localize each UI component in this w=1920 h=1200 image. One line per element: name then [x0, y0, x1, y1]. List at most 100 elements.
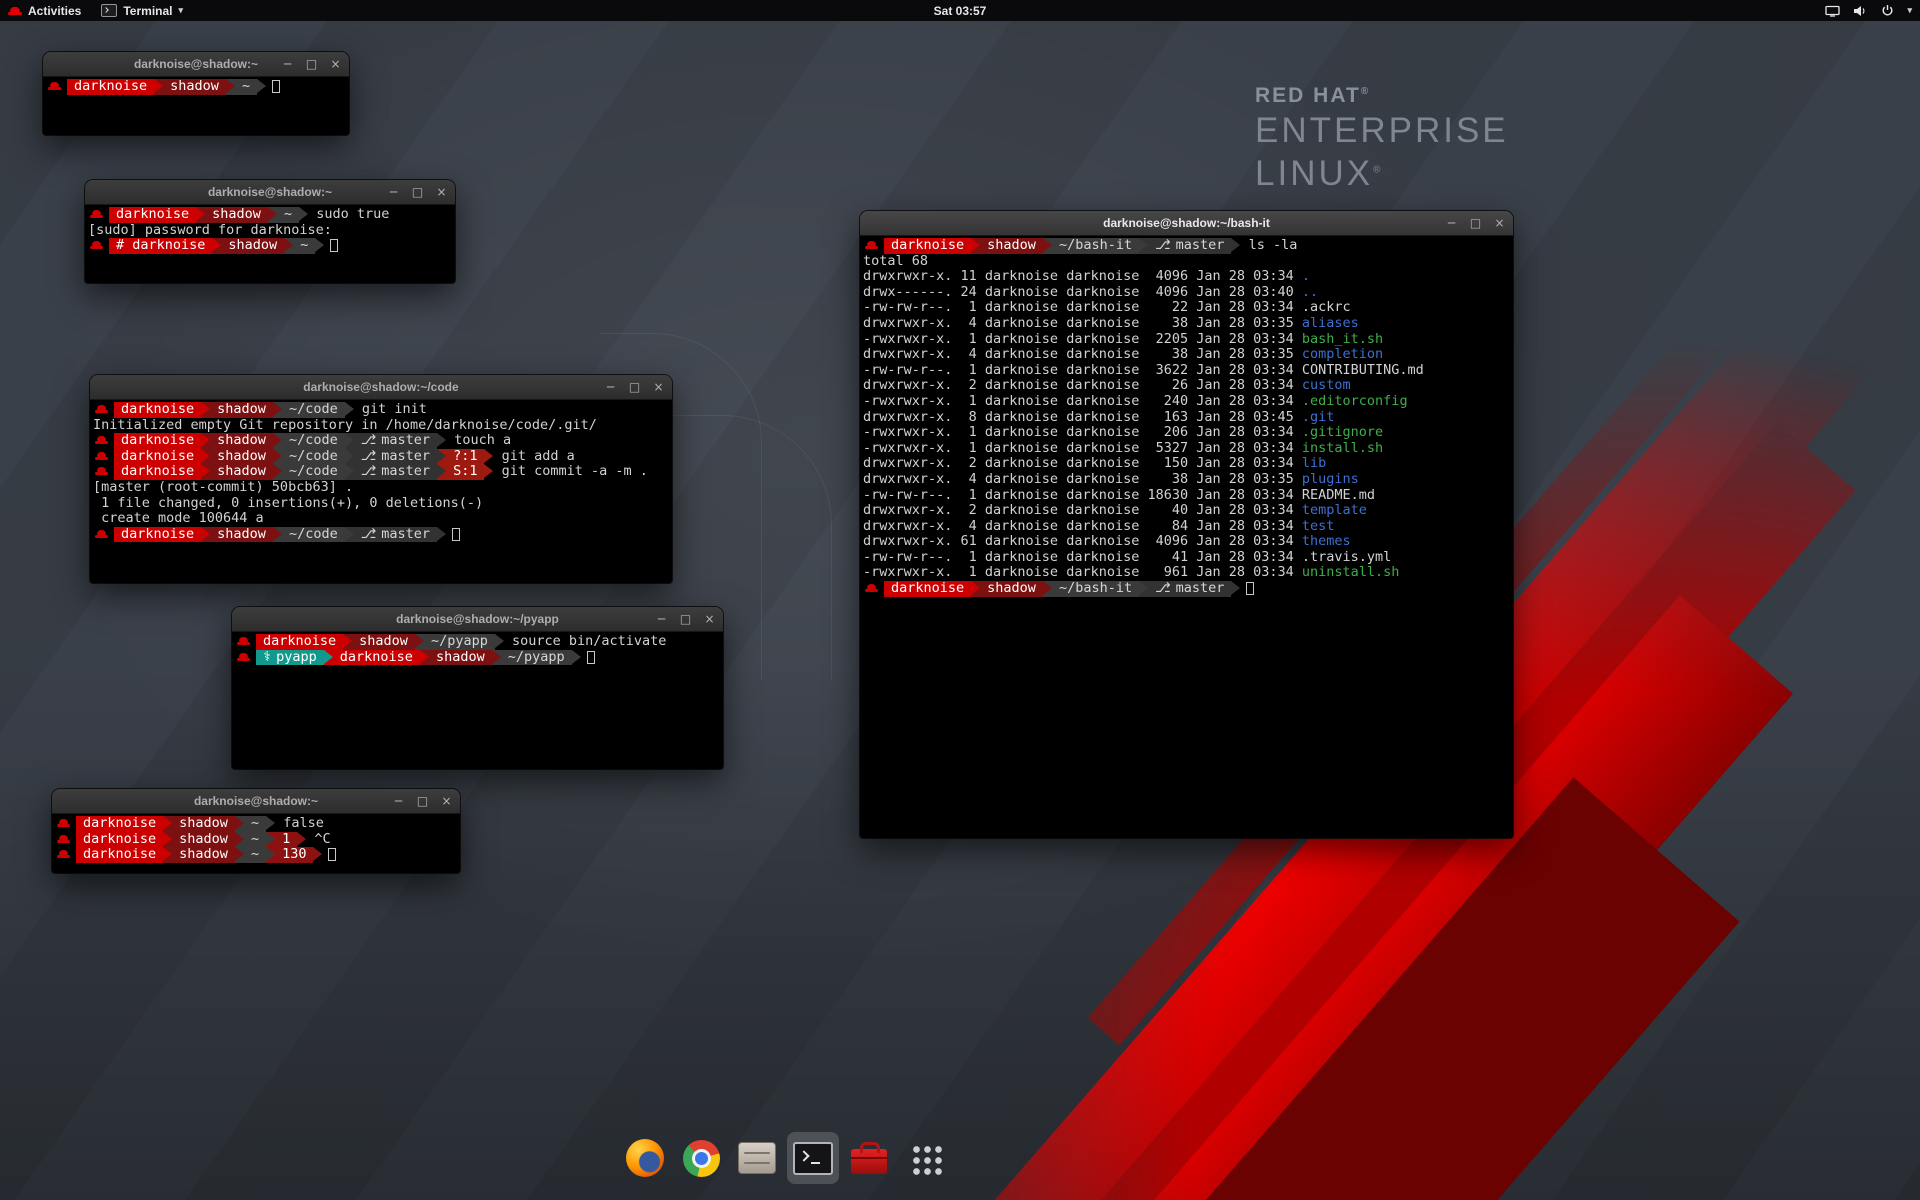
window-titlebar[interactable]: darknoise@shadow:~ ─ □ ×	[43, 52, 349, 77]
prompt-segment-path: ~	[293, 238, 315, 254]
software-icon	[851, 1149, 887, 1174]
terminal-line: darknoiseshadow~1 ^C	[55, 832, 457, 848]
terminal-app-icon	[101, 4, 117, 17]
activities-button[interactable]: Activities	[8, 0, 81, 21]
dock-chrome-button[interactable]	[675, 1132, 727, 1184]
maximize-button[interactable]: □	[628, 381, 641, 393]
terminal-line: drwxrwxr-x. 8 darknoise darknoise 163 Ja…	[863, 410, 1510, 426]
clock[interactable]: Sat 03:57	[934, 4, 987, 18]
app-menu-terminal[interactable]: Terminal ▾	[101, 0, 183, 21]
powerline-arrow-icon	[273, 402, 282, 418]
powerline-arrow-icon	[971, 238, 980, 254]
close-button[interactable]: ×	[1493, 217, 1506, 229]
terminal-text: Initialized empty Git repository in /hom…	[93, 417, 597, 433]
terminal-line: Initialized empty Git repository in /hom…	[93, 418, 669, 434]
prompt-segment-path: ~/bash-it	[1052, 238, 1139, 254]
prompt-segment-gitstat: S:1	[446, 464, 484, 480]
terminal-text: touch a	[446, 432, 511, 448]
prompt-segment-host: shadow	[352, 634, 415, 650]
files-icon	[738, 1142, 776, 1174]
terminal-text: drwxrwxr-x. 4 darknoise darknoise 38 Jan…	[863, 315, 1302, 331]
powerline-arrow-icon	[415, 634, 424, 650]
close-button[interactable]: ×	[435, 186, 448, 198]
terminal-content[interactable]: darknoiseshadow~	[43, 77, 349, 135]
powerline-arrow-icon	[345, 449, 354, 465]
window-titlebar[interactable]: darknoise@shadow:~/pyapp ─ □ ×	[232, 607, 723, 632]
terminal-line: -rwxrwxr-x. 1 darknoise darknoise 206 Ja…	[863, 425, 1510, 441]
terminal-text: .git	[1302, 409, 1335, 425]
dock-files-button[interactable]	[731, 1132, 783, 1184]
powerline-arrow-icon	[437, 449, 446, 465]
powerline-arrow-icon	[1139, 581, 1148, 597]
terminal-content[interactable]: darknoiseshadow~/bash-it⎇master ls -lato…	[860, 236, 1513, 838]
window-titlebar[interactable]: darknoise@shadow:~/bash-it ─ □ ×	[860, 211, 1513, 236]
prompt-segment-gitstat: ?:1	[446, 449, 484, 465]
maximize-button[interactable]: □	[305, 58, 318, 70]
system-status-area[interactable]: ▾	[1825, 0, 1912, 21]
app-grid-icon	[909, 1142, 942, 1175]
prompt-segment-user: darknoise	[76, 832, 163, 848]
maximize-button[interactable]: □	[411, 186, 424, 198]
terminal-text: bash_it.sh	[1302, 331, 1383, 347]
close-button[interactable]: ×	[652, 381, 665, 393]
dock-app-grid-button[interactable]	[899, 1132, 951, 1184]
prompt-segment-path: ~/code	[282, 464, 345, 480]
powerline-arrow-icon	[345, 464, 354, 480]
terminal-line: drwxrwxr-x. 11 darknoise darknoise 4096 …	[863, 269, 1510, 285]
maximize-button[interactable]: □	[416, 795, 429, 807]
terminal-text: -rw-rw-r--. 1 darknoise darknoise 41 Jan…	[863, 549, 1391, 565]
dock-software-button[interactable]	[843, 1132, 895, 1184]
minimize-button[interactable]: ─	[655, 613, 668, 625]
window-titlebar[interactable]: darknoise@shadow:~ ─ □ ×	[85, 180, 455, 205]
window-titlebar[interactable]: darknoise@shadow:~/code ─ □ ×	[90, 375, 672, 400]
terminal-text: completion	[1302, 346, 1383, 362]
volume-icon	[1853, 5, 1868, 17]
powerline-arrow-icon	[315, 238, 324, 254]
powerline-arrow-icon	[201, 464, 210, 480]
dock-firefox-button[interactable]	[619, 1132, 671, 1184]
maximize-button[interactable]: □	[679, 613, 692, 625]
terminal-text: total 68	[863, 253, 928, 269]
terminal-line: darknoiseshadow~/code⎇master	[93, 527, 669, 543]
terminal-content[interactable]: darknoiseshadow~/code git initInitialize…	[90, 400, 672, 583]
minimize-button[interactable]: ─	[387, 186, 400, 198]
terminal-text: [master (root-commit) 50bcb63] .	[93, 479, 353, 495]
powerline-arrow-icon	[284, 238, 293, 254]
terminal-text: lib	[1302, 455, 1326, 471]
window-titlebar[interactable]: darknoise@shadow:~ ─ □ ×	[52, 789, 460, 814]
minimize-button[interactable]: ─	[1445, 217, 1458, 229]
terminal-line: -rw-rw-r--. 1 darknoise darknoise 22 Jan…	[863, 300, 1510, 316]
prompt-segment-host: shadow	[172, 847, 235, 863]
terminal-line: total 68	[863, 254, 1510, 270]
minimize-button[interactable]: ─	[281, 58, 294, 70]
minimize-button[interactable]: ─	[392, 795, 405, 807]
window-title: darknoise@shadow:~/pyapp	[232, 607, 723, 631]
rhel-branding: RED HAT® ENTERPRISE LINUX®	[1255, 84, 1509, 194]
prompt-segment-user: darknoise	[67, 79, 154, 95]
close-button[interactable]: ×	[329, 58, 342, 70]
prompt-segment-path: ~/code	[282, 402, 345, 418]
prompt-segment-user: darknoise	[114, 464, 201, 480]
chrome-icon	[683, 1140, 720, 1177]
branch-icon: ⎇	[1155, 237, 1171, 253]
close-button[interactable]: ×	[703, 613, 716, 625]
prompt-segment-user: darknoise	[109, 207, 196, 223]
terminal-line: drwx------. 24 darknoise darknoise 4096 …	[863, 285, 1510, 301]
terminal-content[interactable]: darknoiseshadow~/pyapp source bin/activa…	[232, 632, 723, 769]
dock-terminal-button[interactable]	[787, 1132, 839, 1184]
maximize-button[interactable]: □	[1469, 217, 1482, 229]
powerline-arrow-icon	[345, 402, 354, 418]
terminal-content[interactable]: darknoiseshadow~ sudo true[sudo] passwor…	[85, 205, 455, 283]
terminal-text: test	[1302, 518, 1335, 534]
terminal-line: darknoiseshadow~ false	[55, 816, 457, 832]
terminal-content[interactable]: darknoiseshadow~ falsedarknoiseshadow~1 …	[52, 814, 460, 873]
close-button[interactable]: ×	[440, 795, 453, 807]
activities-label: Activities	[28, 4, 81, 18]
powerline-arrow-icon	[226, 79, 235, 95]
minimize-button[interactable]: ─	[604, 381, 617, 393]
terminal-line: drwxrwxr-x. 61 darknoise darknoise 4096 …	[863, 534, 1510, 550]
redhat-prompt-icon	[95, 433, 108, 449]
terminal-text: -rw-rw-r--. 1 darknoise darknoise 3622 J…	[863, 362, 1424, 378]
powerline-arrow-icon	[345, 527, 354, 543]
terminal-text: uninstall.sh	[1302, 564, 1400, 580]
